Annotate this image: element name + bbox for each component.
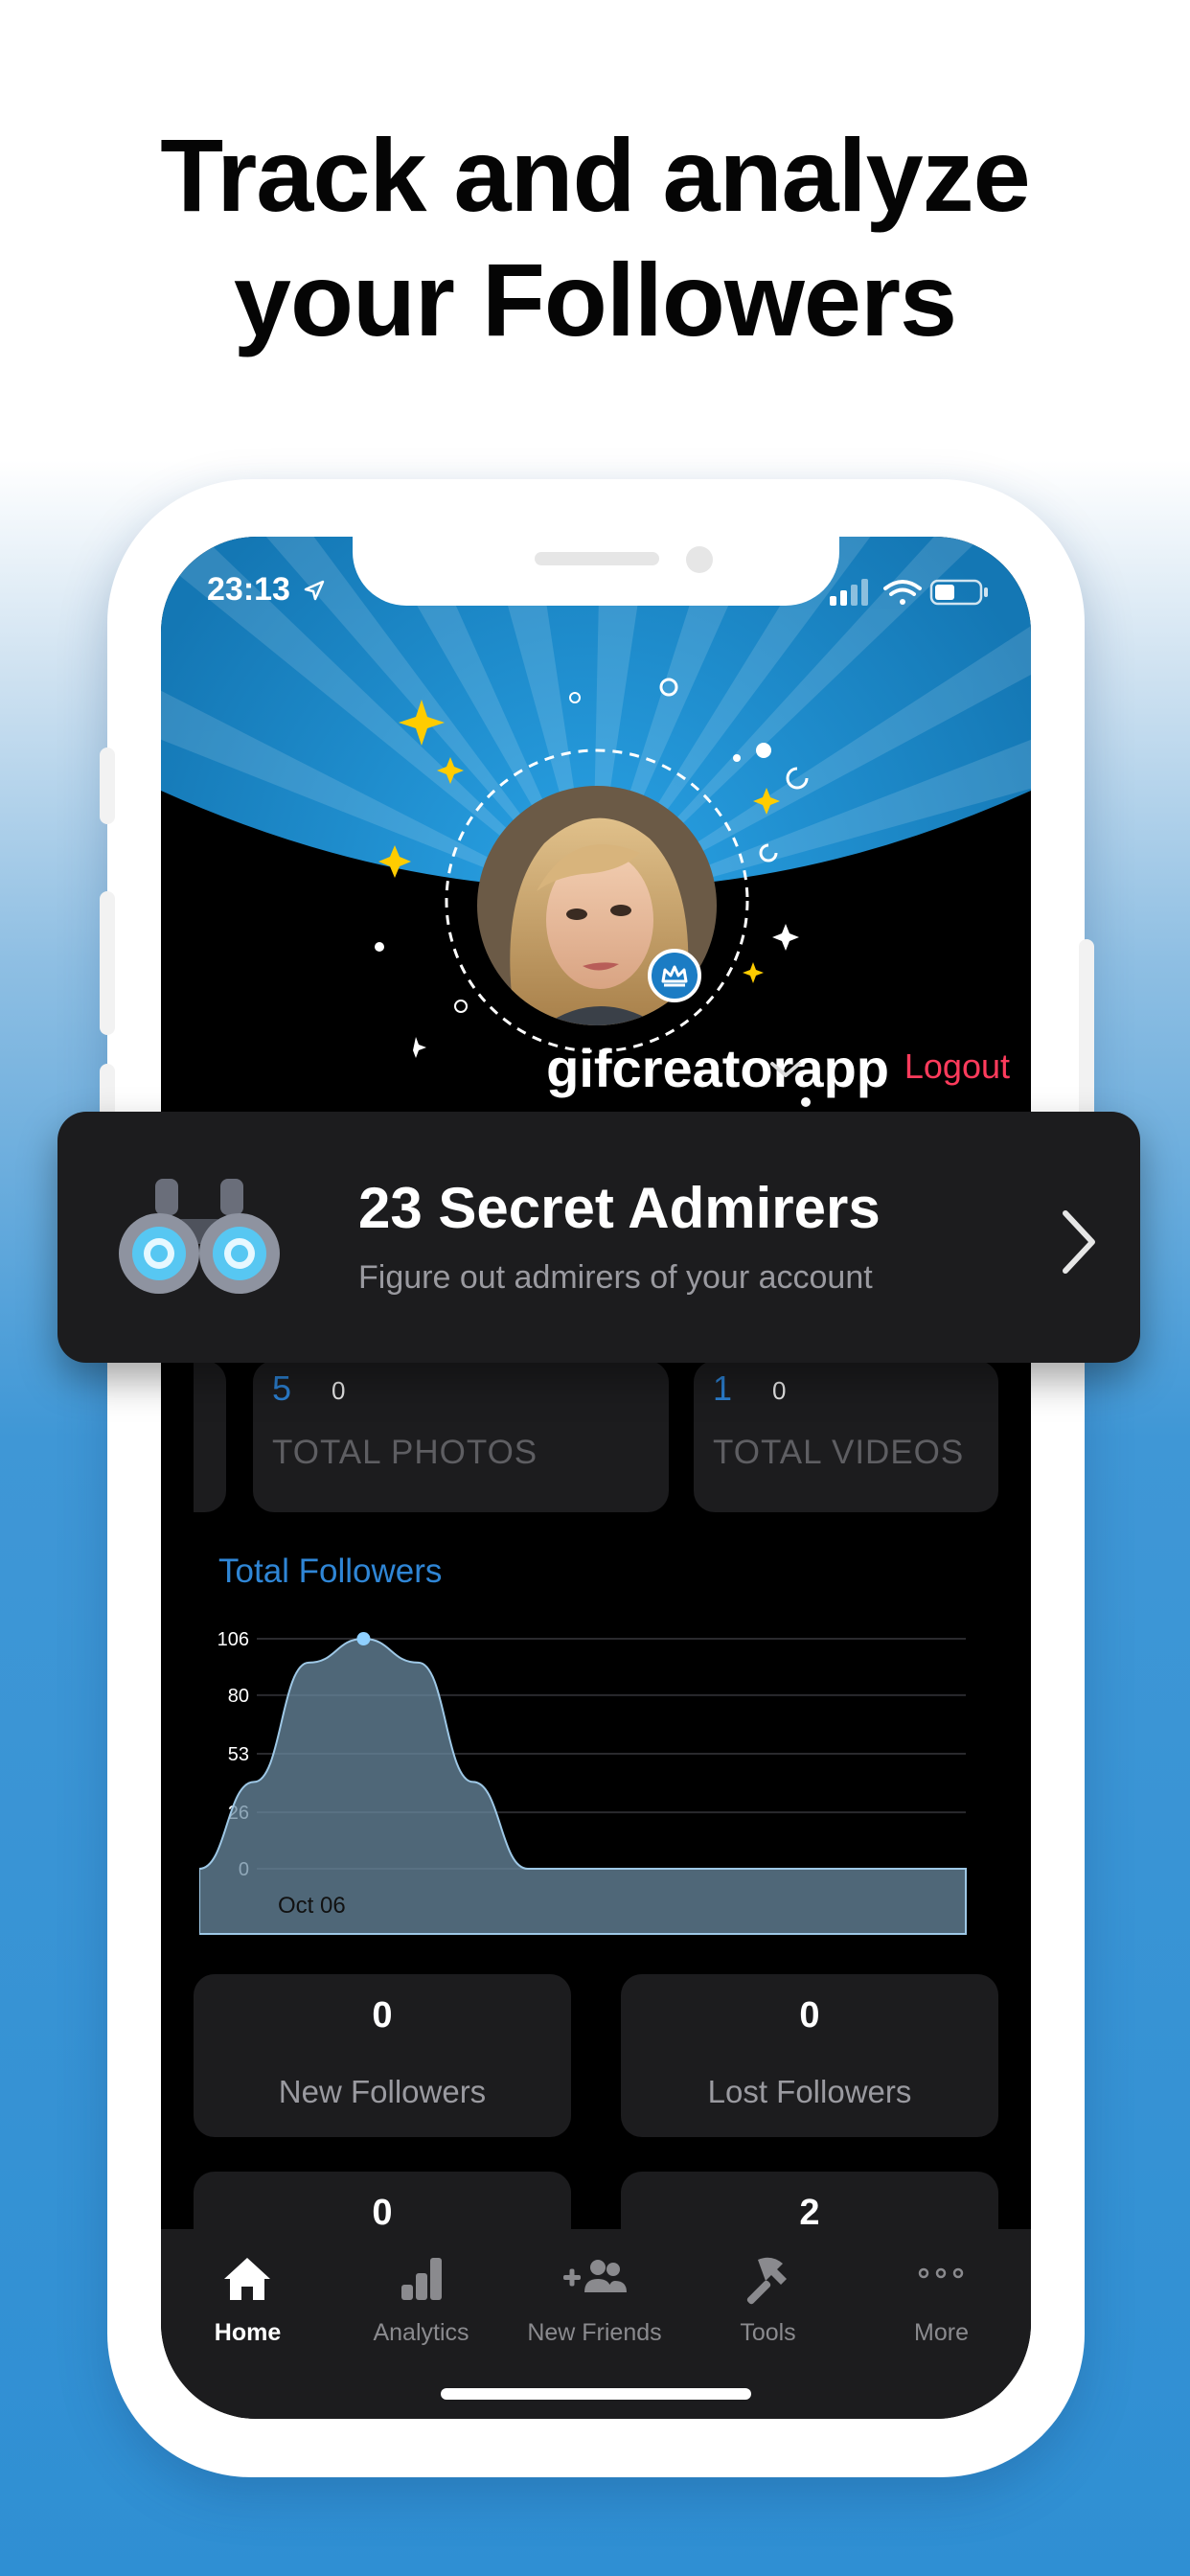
stat-card-total-videos[interactable]: 1 0 TOTAL VIDEOS	[694, 1361, 998, 1512]
stat-card-new-followers[interactable]: 0 New Followers	[194, 1974, 571, 2137]
status-icons	[830, 579, 988, 606]
stat-value: 1	[713, 1368, 733, 1408]
chart-area-series	[199, 1637, 967, 1935]
speaker	[535, 552, 659, 565]
chevron-right-icon[interactable]	[1048, 1204, 1106, 1280]
headline-line-1: Track and analyze	[160, 117, 1031, 233]
chart-y-tick-label: 80	[228, 1686, 249, 1707]
stat-label: New Followers	[278, 2074, 487, 2109]
crown-badge-icon	[648, 949, 701, 1002]
tab-analytics[interactable]: Analytics	[334, 2229, 508, 2363]
app-screen: 23:13 gifcreatorapp Logout 5 0 TOTAL PHO…	[161, 537, 1031, 2419]
stat-delta: 0	[772, 1376, 787, 1405]
secret-admirers-card[interactable]: 23 Secret Admirers Figure out admirers o…	[57, 1112, 1140, 1363]
phone-notch	[353, 537, 839, 606]
stat-value: 0	[799, 1995, 820, 2036]
home-icon	[224, 2258, 270, 2300]
chart-title: Total Followers	[218, 1552, 443, 1590]
home-indicator[interactable]	[441, 2388, 751, 2400]
analytics-icon	[401, 2258, 442, 2300]
headline-line-2: your Followers	[233, 242, 957, 357]
tab-label: Analytics	[373, 2319, 469, 2346]
stat-delta: 0	[332, 1376, 346, 1405]
phone-side-button	[100, 748, 115, 824]
followers-chart: 1068053260Oct 06	[199, 1629, 967, 1935]
stat-card-total-photos[interactable]: 5 0 TOTAL PHOTOS	[253, 1361, 669, 1512]
logout-button[interactable]: Logout	[904, 1046, 1010, 1087]
status-time: 23:13	[207, 571, 326, 609]
chevron-down-icon[interactable]	[767, 1050, 805, 1089]
stat-label: TOTAL PHOTOS	[272, 1434, 538, 1471]
headline: Track and analyze your Followers	[0, 113, 1190, 362]
stat-card-lost-followers[interactable]: 0 Lost Followers	[621, 1974, 998, 2137]
chart-x-tick-label: Oct 06	[278, 1893, 346, 1919]
tab-new-friends[interactable]: New Friends	[508, 2229, 681, 2363]
stat-value: 0	[372, 1995, 393, 2036]
tab-label: Tools	[740, 2319, 796, 2346]
stat-value: 5	[272, 1368, 292, 1408]
wifi-icon	[883, 580, 922, 605]
status-time-label: 23:13	[207, 571, 290, 608]
tools-icon	[746, 2257, 787, 2305]
stat-value: 0	[372, 2193, 393, 2233]
chart-y-tick-label: 106	[217, 1629, 249, 1650]
card-title: 23 Secret Admirers	[358, 1176, 881, 1240]
location-arrow-icon	[305, 580, 325, 601]
tab-home[interactable]: Home	[161, 2229, 334, 2363]
stat-card-partial	[194, 1361, 226, 1512]
tab-label: More	[914, 2319, 969, 2346]
chart-y-tick-label: 53	[228, 1744, 249, 1765]
stat-label: TOTAL VIDEOS	[713, 1434, 965, 1471]
phone-volume-up-button	[100, 891, 115, 1035]
more-icon	[918, 2267, 964, 2279]
binoculars-icon	[119, 1179, 280, 1294]
card-subtitle: Figure out admirers of your account	[358, 1259, 873, 1296]
cellular-signal-icon	[830, 579, 868, 606]
new-friends-icon	[563, 2260, 627, 2292]
chart-peak-point	[356, 1632, 371, 1645]
front-camera	[686, 546, 713, 573]
battery-icon	[929, 579, 988, 606]
stat-label: Lost Followers	[707, 2074, 912, 2109]
tab-label: Home	[214, 2319, 282, 2346]
tab-more[interactable]: More	[855, 2229, 1028, 2363]
stat-value: 2	[799, 2193, 820, 2233]
tab-tools[interactable]: Tools	[681, 2229, 855, 2363]
tab-label: New Friends	[527, 2319, 662, 2346]
